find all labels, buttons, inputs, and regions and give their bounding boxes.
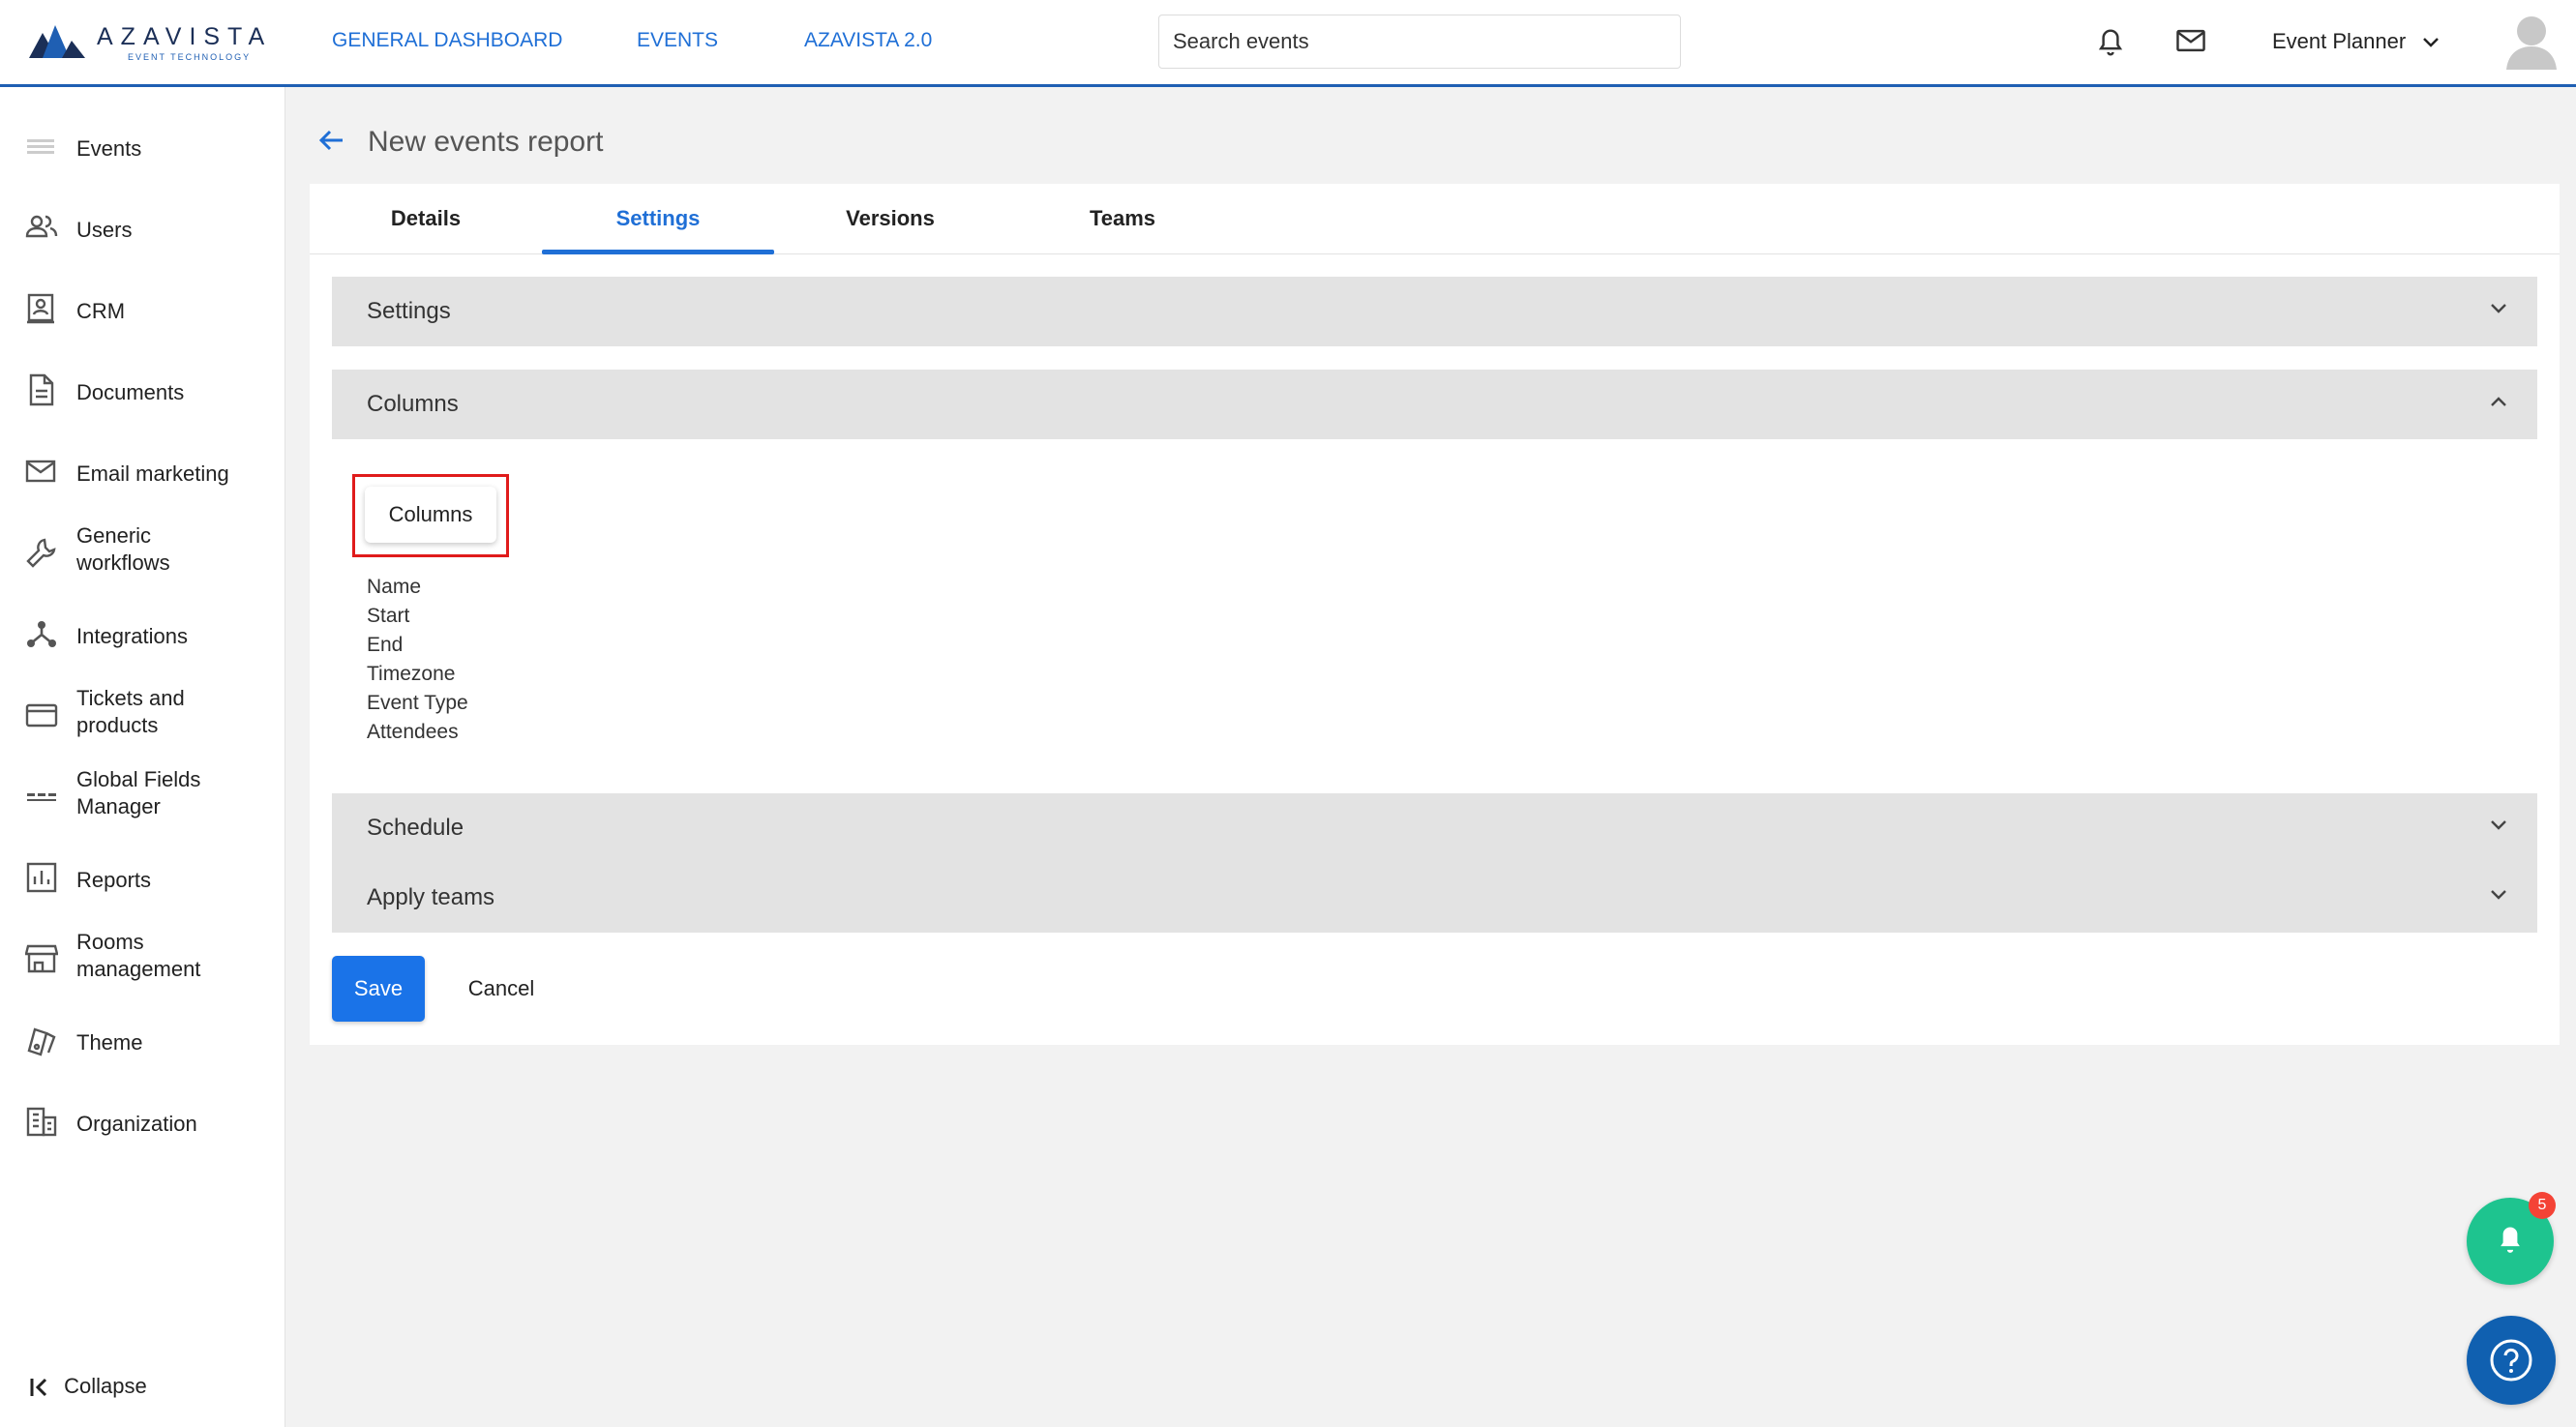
- chart-icon: [26, 862, 57, 893]
- panel-title: Settings: [367, 298, 451, 324]
- sidebar-item-integrations[interactable]: Integrations: [0, 604, 285, 671]
- building-icon: [26, 1107, 57, 1137]
- report-card: Details Settings Versions Teams Settings…: [310, 184, 2560, 1045]
- wrench-icon: [26, 538, 56, 568]
- brand-tagline: EVENT TECHNOLOGY: [128, 52, 252, 62]
- bell-icon: [2501, 1227, 2520, 1253]
- logo-mark-icon: [29, 25, 85, 58]
- columns-list: Name Start End Timezone Event Type Atten…: [367, 573, 468, 747]
- sidebar-item-reports[interactable]: Reports: [0, 847, 285, 915]
- list-item: Start: [367, 605, 410, 627]
- sidebar-item-label: Rooms management: [76, 930, 201, 981]
- users-icon: [25, 215, 58, 238]
- list-item: Attendees: [367, 721, 459, 743]
- search-input[interactable]: [1158, 15, 1681, 69]
- theme-icon: [27, 1027, 56, 1056]
- panel-title: Apply teams: [367, 884, 495, 910]
- settings-panel-header[interactable]: Settings: [332, 277, 2537, 346]
- panel-title: Schedule: [367, 815, 464, 841]
- list-item: End: [367, 634, 404, 656]
- tab-settings[interactable]: Settings: [542, 184, 774, 254]
- top-bar: AZAVISTA EVENT TECHNOLOGY GENERAL DASHBO…: [0, 0, 2576, 87]
- sidebar-item-events[interactable]: Events: [0, 116, 285, 184]
- help-icon: [2490, 1339, 2532, 1382]
- sidebar-item-label: Events: [76, 136, 142, 161]
- sidebar-item-users[interactable]: Users: [0, 197, 285, 265]
- page-title: New events report: [368, 126, 604, 158]
- tab-bar: Details Settings Versions Teams: [310, 184, 2560, 254]
- sidebar-item-label: CRM: [76, 299, 126, 323]
- mail-icon: [25, 460, 56, 483]
- sidebar-item-label: Organization: [76, 1112, 197, 1136]
- sidebar-item-email-marketing[interactable]: Email marketing: [0, 441, 285, 509]
- sidebar-item-label: Reports: [76, 868, 152, 892]
- crm-icon: [27, 293, 54, 324]
- avatar[interactable]: [2504, 12, 2559, 70]
- columns-button-highlight: Columns: [352, 474, 509, 557]
- sidebar-item-label: Theme: [76, 1030, 143, 1055]
- sidebar: Events Users CRM Documents Email marketi…: [0, 87, 285, 1427]
- collapse-label: Collapse: [64, 1374, 147, 1398]
- panel-title: Columns: [367, 391, 459, 417]
- sidebar-item-label: Documents: [76, 380, 185, 404]
- collapse-icon: [30, 1379, 47, 1397]
- sidebar-item-tickets-and-products[interactable]: Tickets and products: [0, 671, 285, 753]
- sidebar-item-label: Integrations: [76, 624, 188, 648]
- tab-details[interactable]: Details: [310, 184, 542, 253]
- schedule-panel-header[interactable]: Schedule: [332, 793, 2537, 863]
- card-icon: [25, 703, 58, 728]
- chevron-down-icon: [2491, 304, 2506, 313]
- user-menu[interactable]: Event Planner: [2272, 29, 2441, 54]
- nav-azavista-2[interactable]: AZAVISTA 2.0: [804, 29, 932, 52]
- sidebar-item-organization[interactable]: Organization: [0, 1091, 285, 1159]
- sidebar-item-label: Global Fields Manager: [76, 767, 201, 818]
- sidebar-item-documents[interactable]: Documents: [0, 360, 285, 428]
- help-fab[interactable]: [2467, 1316, 2556, 1405]
- chevron-down-icon: [2423, 38, 2440, 47]
- azavista-logo[interactable]: AZAVISTA EVENT TECHNOLOGY: [29, 23, 264, 66]
- sidebar-item-generic-workflows[interactable]: Generic workflows: [0, 509, 285, 590]
- sidebar-item-label: Generic workflows: [76, 523, 170, 575]
- notification-badge: 5: [2529, 1192, 2556, 1219]
- columns-panel-header[interactable]: Columns: [332, 370, 2537, 439]
- nav-general-dashboard[interactable]: GENERAL DASHBOARD: [332, 29, 562, 52]
- cancel-button[interactable]: Cancel: [455, 956, 548, 1022]
- list-item: Timezone: [367, 663, 456, 685]
- save-button[interactable]: Save: [332, 956, 425, 1022]
- fields-icon: [27, 793, 56, 801]
- sidebar-item-crm[interactable]: CRM: [0, 279, 285, 346]
- tab-versions[interactable]: Versions: [774, 184, 1006, 253]
- nav-events[interactable]: EVENTS: [637, 29, 718, 52]
- user-role: Event Planner: [2272, 29, 2407, 53]
- mail-icon[interactable]: [2175, 27, 2206, 59]
- sidebar-item-rooms-management[interactable]: Rooms management: [0, 915, 285, 996]
- sidebar-item-theme[interactable]: Theme: [0, 1010, 285, 1078]
- list-item: Event Type: [367, 692, 468, 714]
- back-arrow-icon[interactable]: [317, 126, 346, 155]
- notifications-fab[interactable]: 5: [2467, 1192, 2556, 1285]
- brand-name: AZAVISTA: [97, 23, 273, 50]
- sidebar-item-label: Email marketing: [76, 461, 229, 486]
- chevron-down-icon: [2491, 820, 2506, 830]
- tab-teams[interactable]: Teams: [1006, 184, 1239, 253]
- apply-teams-panel-header[interactable]: Apply teams: [332, 863, 2537, 933]
- bell-icon[interactable]: [2096, 27, 2125, 63]
- sidebar-item-global-fields-manager[interactable]: Global Fields Manager: [0, 753, 285, 834]
- integrations-icon: [27, 621, 56, 647]
- collapse-button[interactable]: Collapse: [29, 1374, 147, 1399]
- columns-button[interactable]: Columns: [365, 487, 496, 543]
- chevron-up-icon: [2491, 397, 2506, 406]
- sidebar-item-label: Tickets and products: [76, 686, 185, 737]
- events-icon: [27, 139, 54, 154]
- list-item: Name: [367, 576, 422, 598]
- store-icon: [25, 944, 58, 973]
- chevron-down-icon: [2491, 890, 2506, 900]
- document-icon: [29, 373, 54, 406]
- sidebar-item-label: Users: [76, 218, 133, 242]
